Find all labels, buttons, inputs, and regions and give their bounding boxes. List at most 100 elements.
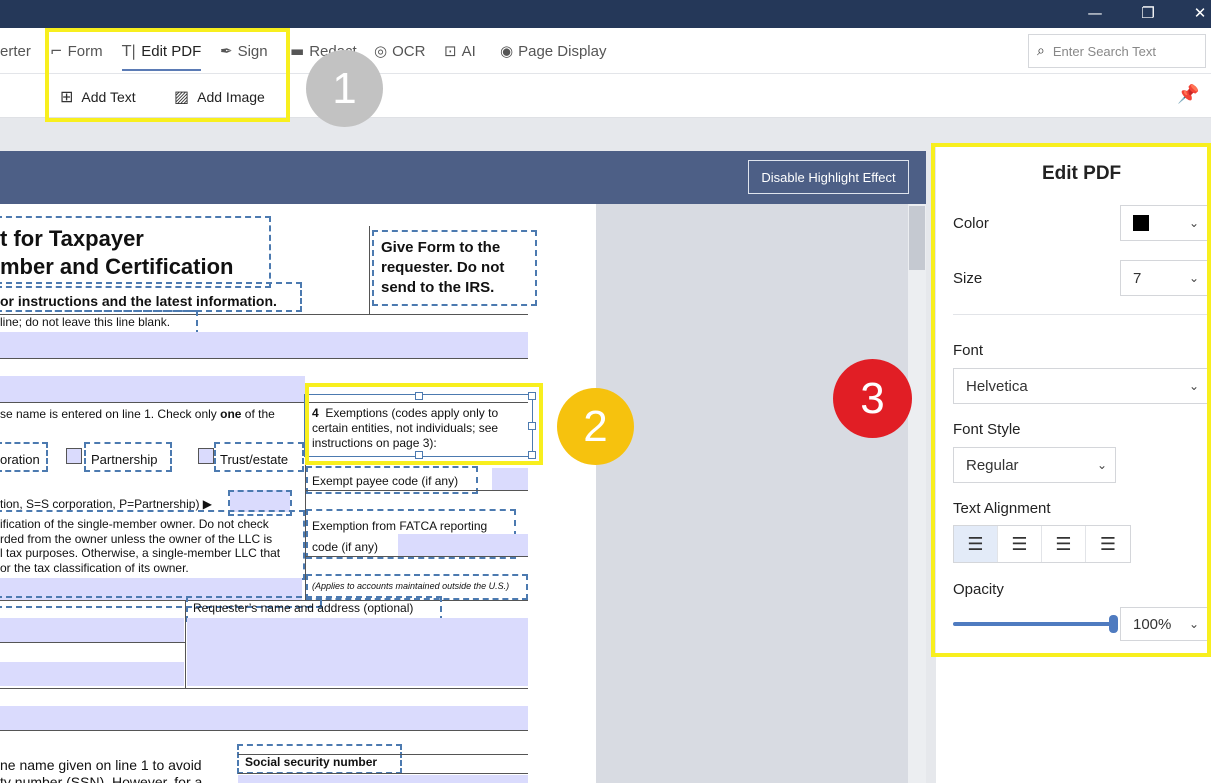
add-text-label: Add Text: [81, 88, 136, 105]
tax-classification-text: tion, S=S corporation, P=Partnership) ▶: [0, 497, 213, 511]
opacity-select[interactable]: 100% ⌄: [1120, 607, 1208, 641]
exemptions-line1: 4 Exemptions (codes apply only to: [312, 406, 499, 420]
checkbox-partnership[interactable]: [66, 448, 82, 464]
document-scrollbar[interactable]: [908, 204, 926, 783]
align-right-button[interactable]: ☰: [1042, 526, 1086, 562]
tab-ocr[interactable]: ◎ OCR: [374, 38, 425, 64]
font-style-value: Regular: [966, 456, 1019, 474]
resize-handle[interactable]: [528, 392, 536, 400]
text-alignment-label: Text Alignment: [953, 500, 1051, 517]
pdf-page: t for Taxpayer mber and Certification or…: [0, 204, 596, 783]
tab-edit-pdf[interactable]: T| Edit PDF: [122, 38, 202, 71]
panel-title: Edit PDF: [1042, 163, 1122, 184]
search-input[interactable]: [1052, 43, 1193, 59]
tin-text: ne name given on line 1 to avoid: [0, 757, 202, 773]
color-swatch: [1133, 215, 1149, 231]
tab-label: AI: [461, 42, 476, 60]
opacity-label: Opacity: [953, 581, 1004, 598]
pin-icon[interactable]: 📌: [1177, 84, 1199, 105]
font-style-select[interactable]: Regular ⌄: [953, 447, 1116, 483]
resize-handle[interactable]: [528, 422, 536, 430]
checkbox-label-corporation: oration: [0, 452, 40, 467]
title-bar: — ❐ ✕: [0, 0, 1211, 28]
tab-form[interactable]: ⌐ Form: [50, 38, 103, 64]
checkbox-trust-estate[interactable]: [198, 448, 214, 464]
chevron-down-icon: ⌄: [1096, 458, 1107, 472]
align-left-button[interactable]: ☰: [954, 526, 998, 562]
redact-icon: ▬: [290, 42, 305, 60]
ocr-icon: ◎: [374, 42, 388, 60]
resize-handle[interactable]: [528, 451, 536, 459]
tab-ai[interactable]: ⊡ AI: [444, 38, 476, 64]
form-title-line1: t for Taxpayer: [0, 226, 144, 251]
address-field[interactable]: [0, 618, 184, 642]
requester-label: Requester’s name and address (optional): [193, 601, 414, 615]
give-form-text: requester. Do not: [381, 259, 505, 276]
add-text-button[interactable]: ⊞ Add Text: [60, 87, 136, 106]
restore-button[interactable]: ❐: [1128, 2, 1168, 26]
ssn-field[interactable]: [238, 775, 528, 783]
opacity-slider-track[interactable]: [953, 622, 1113, 626]
resize-handle[interactable]: [415, 392, 423, 400]
font-select[interactable]: Helvetica ⌄: [953, 368, 1208, 404]
tab-label: Form: [67, 42, 103, 60]
form-title-line2: mber and Certification: [0, 254, 234, 279]
tab-label: erter: [0, 42, 31, 60]
text-alignment-group: ☰ ☰ ☰ ☰: [953, 525, 1131, 563]
minimize-button[interactable]: —: [1075, 2, 1115, 26]
ai-icon: ⊡: [444, 42, 457, 60]
restore-icon: ❐: [1141, 4, 1155, 22]
llc-text: or the tax classification of its owner.: [0, 561, 189, 575]
give-form-text: send to the IRS.: [381, 279, 495, 296]
minimize-icon: —: [1087, 4, 1103, 22]
city-field[interactable]: [0, 662, 184, 686]
tab-sign[interactable]: ✒ Sign: [220, 38, 268, 64]
chevron-down-icon: ⌄: [1188, 379, 1199, 393]
resize-handle[interactable]: [415, 451, 423, 459]
checkbox-label-trust: Trust/estate: [220, 452, 289, 467]
fatca-label: Exemption from FATCA reporting: [312, 519, 488, 533]
form-icon: ⌐: [50, 42, 63, 60]
eye-icon: ◉: [500, 42, 514, 60]
add-image-label: Add Image: [197, 88, 265, 105]
disable-highlight-button[interactable]: Disable Highlight Effect: [748, 160, 909, 194]
annotation-badge-2: 2: [557, 388, 634, 465]
exempt-payee-label: Exempt payee code (if any): [312, 474, 459, 488]
line1-text: line; do not leave this line blank.: [0, 315, 171, 329]
color-label: Color: [953, 215, 989, 232]
align-center-button[interactable]: ☰: [998, 526, 1042, 562]
tab-label: Page Display: [518, 42, 607, 60]
close-icon: ✕: [1193, 4, 1207, 22]
fatca-note: (Applies to accounts maintained outside …: [312, 581, 510, 591]
exempt-payee-field[interactable]: [492, 468, 528, 490]
tab-label: OCR: [392, 42, 426, 60]
size-select[interactable]: 7 ⌄: [1120, 260, 1208, 296]
fatca-field[interactable]: [398, 534, 528, 556]
align-justify-button[interactable]: ☰: [1086, 526, 1130, 562]
search-box[interactable]: ⌕: [1028, 34, 1206, 68]
font-label: Font: [953, 342, 984, 359]
pen-icon: ✒: [220, 42, 233, 60]
scrollbar-thumb[interactable]: [909, 206, 925, 270]
line1-field[interactable]: [0, 332, 528, 358]
color-picker[interactable]: ⌄: [1120, 205, 1208, 241]
document-background: [596, 204, 908, 783]
tab-label: Sign: [237, 42, 268, 60]
ssn-label: Social security number: [245, 755, 378, 769]
chevron-down-icon: ⌄: [1188, 617, 1199, 631]
close-button[interactable]: ✕: [1180, 2, 1211, 26]
annotation-badge-3: 3: [833, 359, 912, 438]
llc-text: ification of the single-member owner. Do…: [0, 517, 269, 531]
align-left-icon: ☰: [967, 533, 984, 555]
font-style-label: Font Style: [953, 421, 1021, 438]
tab-converter[interactable]: erter: [0, 38, 31, 64]
instructions-text: or instructions and the latest informati…: [0, 293, 277, 309]
tab-page-display[interactable]: ◉ Page Display: [500, 38, 606, 64]
line2-field[interactable]: [0, 376, 305, 402]
opacity-slider-thumb[interactable]: [1109, 615, 1118, 633]
exemptions-line2: certain entities, not individuals; see: [312, 421, 499, 435]
requester-field[interactable]: [187, 618, 528, 686]
account-numbers-field[interactable]: [0, 706, 528, 730]
search-icon: ⌕: [1037, 43, 1045, 59]
add-image-button[interactable]: ▨ Add Image: [174, 87, 265, 106]
